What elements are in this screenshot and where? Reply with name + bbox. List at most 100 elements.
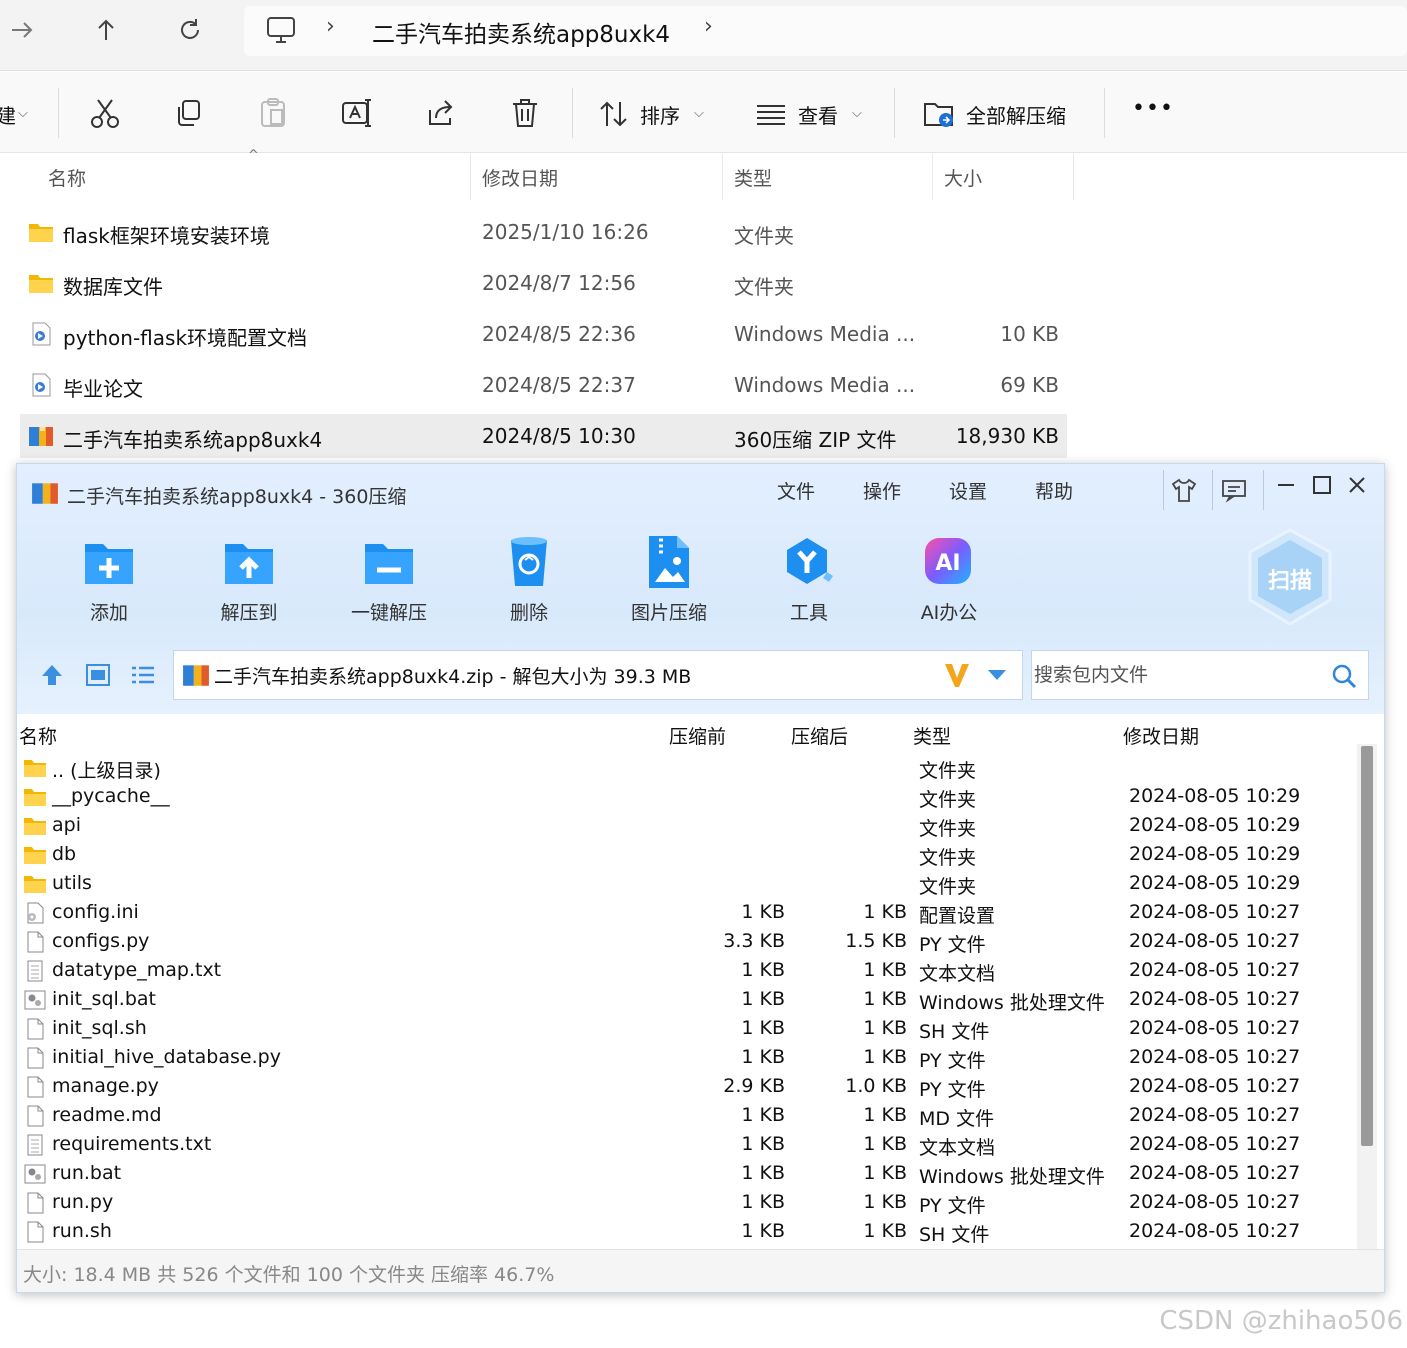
minimize-icon (1278, 484, 1294, 486)
feedback-icon[interactable] (1220, 476, 1248, 504)
zip-list-row[interactable]: initial_hive_database.py 1 KB 1 KB PY 文件 202… (17, 1044, 1357, 1073)
tool-tools-button[interactable]: 工具 (754, 534, 864, 624)
tool-image-compress-button[interactable]: 图片压缩 (614, 534, 724, 624)
forward-button[interactable] (0, 10, 44, 50)
zip-list-row[interactable]: run.py 1 KB 1 KB PY 文件 2024-08-05 10:27 (17, 1189, 1357, 1218)
zip-list-row[interactable]: db 文件夹 2024-08-05 10:29 (17, 841, 1357, 870)
list-view-icon[interactable] (130, 662, 156, 688)
skin-shirt-icon[interactable] (1170, 476, 1198, 504)
file-name: 毕业论文 (63, 377, 143, 401)
file-row[interactable]: python-flask环境配置文档 2024/8/5 22:36 Window… (20, 312, 1067, 356)
zip-column-after[interactable]: 压缩后 (791, 722, 848, 749)
v-badge-icon[interactable] (942, 661, 972, 689)
zip-list-row[interactable]: requirements.txt 1 KB 1 KB 文本文档 2024-08-05 1… (17, 1131, 1357, 1160)
file-date: 2024/8/5 22:37 (482, 373, 636, 397)
column-size[interactable]: 大小 (944, 164, 982, 191)
view-list-icon (757, 105, 785, 125)
zip-item-type: PY 文件 (919, 1079, 986, 1101)
column-divider[interactable] (932, 154, 933, 200)
column-name[interactable]: 名称 (48, 164, 86, 191)
extract-folder-icon (924, 103, 953, 127)
scrollbar-thumb[interactable] (1361, 746, 1373, 1146)
up-button[interactable] (84, 10, 128, 50)
scan-button[interactable]: 扫描 (1245, 526, 1335, 630)
menu-operation[interactable]: 操作 (863, 477, 901, 504)
tool-add-button[interactable]: 添加 (54, 534, 164, 624)
zip-list-row[interactable]: config.ini 1 KB 1 KB 配置设置 2024-08-05 10:27 (17, 899, 1357, 928)
extract-all-button[interactable]: 全部解压缩 (922, 72, 1092, 152)
paste-icon[interactable] (256, 96, 290, 130)
sort-button[interactable]: 排序 ⌵ (598, 72, 718, 152)
zip-list-row[interactable]: configs.py 3.3 KB 1.5 KB PY 文件 2024-08-05 10… (17, 928, 1357, 957)
file-row[interactable]: 毕业论文 2024/8/5 22:37 Windows Media ... 69… (20, 363, 1067, 407)
breadcrumb-current-folder[interactable]: 二手汽车拍卖系统app8uxk4 (372, 15, 670, 49)
minimize-button[interactable] (1268, 474, 1304, 502)
zip-item-size-before: 1 KB (741, 901, 785, 923)
column-divider[interactable] (722, 154, 723, 200)
tool-ai-office-button[interactable]: AI AI办公 (894, 534, 1004, 624)
menu-help[interactable]: 帮助 (1035, 477, 1073, 504)
new-button[interactable]: 建 (0, 100, 16, 129)
tool-ai-office-label: AI办公 (920, 602, 978, 624)
more-button[interactable]: ••• (1132, 96, 1174, 121)
dropdown-arrow-icon[interactable] (986, 667, 1008, 683)
zip-column-type[interactable]: 类型 (913, 722, 951, 749)
zip-item-type: PY 文件 (919, 934, 986, 956)
menu-settings[interactable]: 设置 (949, 477, 987, 504)
view-button[interactable]: 查看 ⌵ (756, 72, 876, 152)
column-divider[interactable] (470, 154, 471, 200)
zip-list-row[interactable]: init_sql.bat 1 KB 1 KB Windows 批处理文件 2024-08… (17, 986, 1357, 1015)
zip-list-row[interactable]: run.bat 1 KB 1 KB Windows 批处理文件 2024-08-05 1… (17, 1160, 1357, 1189)
zip-list-row[interactable]: datatype_map.txt 1 KB 1 KB 文本文档 2024-08-05 1… (17, 957, 1357, 986)
sort-ascending-icon: ^ (248, 148, 259, 163)
zip-item-size-before: 1 KB (741, 1046, 785, 1068)
up-level-icon[interactable] (39, 662, 65, 688)
refresh-button[interactable] (168, 10, 212, 50)
breadcrumb[interactable]: › 二手汽车拍卖系统app8uxk4 › (244, 6, 1407, 56)
file-row-selected[interactable]: 二手汽车拍卖系统app8uxk4 2024/8/5 10:30 360压缩 ZI… (20, 414, 1067, 458)
tool-extract-to-label: 解压到 (220, 602, 278, 624)
file-row[interactable]: 数据库文件 2024/8/7 12:56 文件夹 (20, 261, 1067, 305)
share-icon[interactable] (424, 96, 458, 130)
breadcrumb-expand[interactable]: › (704, 14, 713, 39)
menu-file[interactable]: 文件 (777, 477, 815, 504)
zip-column-before[interactable]: 压缩前 (669, 722, 726, 749)
file-row[interactable]: flask框架环境安装环境 2025/1/10 16:26 文件夹 (20, 210, 1067, 254)
maximize-button[interactable] (1304, 474, 1340, 502)
zip-item-size-before: 1 KB (741, 1191, 785, 1213)
zip-list-row[interactable]: manage.py 2.9 KB 1.0 KB PY 文件 2024-08-05 10:… (17, 1073, 1357, 1102)
column-type[interactable]: 类型 (734, 164, 772, 191)
copy-icon[interactable] (172, 96, 206, 130)
zip-item-type: 文本文档 (919, 963, 996, 985)
thumbnail-view-icon[interactable] (85, 662, 111, 688)
zip-list-row[interactable]: readme.md 1 KB 1 KB MD 文件 2024-08-05 10:27 (17, 1102, 1357, 1131)
breadcrumb-separator[interactable]: › (326, 14, 335, 39)
zip-list-row[interactable]: api 文件夹 2024-08-05 10:29 (17, 812, 1357, 841)
rename-icon[interactable] (340, 96, 374, 130)
zip-column-name[interactable]: 名称 (19, 722, 57, 749)
zip-list-row[interactable]: run.sh 1 KB 1 KB SH 文件 2024-08-05 10:27 (17, 1218, 1357, 1247)
zip-list-row[interactable]: init_sql.sh 1 KB 1 KB SH 文件 2024-08-05 10:27 (17, 1015, 1357, 1044)
close-button[interactable] (1339, 474, 1375, 502)
zip-list-row[interactable]: .. (上级目录) 文件夹 (17, 754, 1357, 783)
watermark-text: CSDN @zhihao506 (1159, 1306, 1403, 1336)
zip-column-date[interactable]: 修改日期 (1123, 722, 1199, 749)
delete-icon[interactable] (508, 96, 542, 130)
archive-path-bar[interactable]: 二手汽车拍卖系统app8uxk4.zip - 解包大小为 39.3 MB (173, 650, 1023, 700)
file-icon (23, 931, 47, 953)
zip-item-size-after: 1.5 KB (845, 930, 907, 952)
search-input[interactable] (1032, 651, 1326, 699)
zip-window-title: 二手汽车拍卖系统app8uxk4 - 360压缩 (67, 486, 407, 508)
search-icon[interactable] (1330, 662, 1358, 690)
column-date[interactable]: 修改日期 (482, 164, 558, 191)
tool-delete-button[interactable]: 删除 (474, 534, 584, 624)
view-label: 查看 (798, 104, 838, 128)
tool-one-click-extract-button[interactable]: 一键解压 (334, 534, 444, 624)
search-box[interactable] (1031, 650, 1369, 700)
tool-extract-to-button[interactable]: 解压到 (194, 534, 304, 624)
tool-tools-label: 工具 (789, 602, 828, 624)
cut-icon[interactable] (88, 96, 122, 130)
column-divider[interactable] (1073, 154, 1074, 200)
zip-list-row[interactable]: utils 文件夹 2024-08-05 10:29 (17, 870, 1357, 899)
zip-list-row[interactable]: __pycache__ 文件夹 2024-08-05 10:29 (17, 783, 1357, 812)
